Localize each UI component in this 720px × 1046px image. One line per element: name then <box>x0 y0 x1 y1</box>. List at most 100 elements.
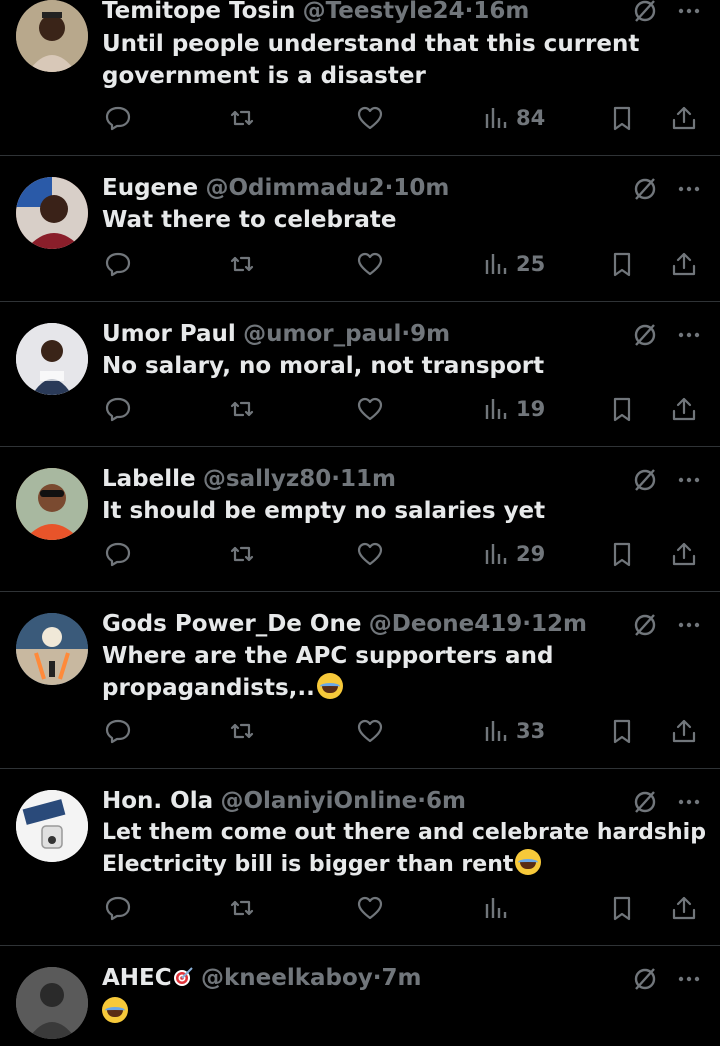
views-count: 29 <box>516 542 546 566</box>
share-icon[interactable] <box>670 101 698 135</box>
more-icon[interactable] <box>676 612 702 638</box>
grok-icon[interactable] <box>632 176 658 202</box>
grok-icon[interactable] <box>632 789 658 815</box>
display-name[interactable]: Temitope Tosin <box>102 0 295 24</box>
retweet-icon[interactable] <box>228 714 256 748</box>
more-icon[interactable] <box>676 0 702 24</box>
bookmark-icon[interactable] <box>608 101 636 135</box>
more-icon[interactable] <box>676 322 702 348</box>
tweet-header: Temitope Tosin @Teestyle24·16m <box>102 0 620 26</box>
views-count: 25 <box>516 252 546 276</box>
share-icon[interactable] <box>670 714 698 748</box>
user-handle[interactable]: @OlaniyiOnline <box>220 788 417 814</box>
more-icon[interactable] <box>676 467 702 493</box>
tweet[interactable]: AHEC @kneelkaboy·7m <box>0 946 720 1046</box>
display-name[interactable]: AHEC <box>102 965 172 991</box>
bookmark-icon[interactable] <box>608 537 636 571</box>
avatar[interactable] <box>16 967 88 1039</box>
user-handle[interactable]: @kneelkaboy <box>201 965 373 991</box>
display-name[interactable]: Gods Power_De One <box>102 611 361 637</box>
heart-icon[interactable] <box>356 891 384 925</box>
avatar[interactable] <box>16 177 88 249</box>
retweet-icon[interactable] <box>228 537 256 571</box>
reply-icon[interactable] <box>104 714 132 748</box>
user-handle[interactable]: @sallyz80 <box>203 466 331 492</box>
avatar[interactable] <box>16 613 88 685</box>
bookmark-icon[interactable] <box>608 247 636 281</box>
share-icon[interactable] <box>670 392 698 426</box>
views-icon <box>485 721 507 741</box>
more-icon[interactable] <box>676 789 702 815</box>
views-button[interactable]: 29 <box>482 537 545 571</box>
user-handle[interactable]: @Teestyle24 <box>303 0 465 24</box>
timestamp[interactable]: 10m <box>393 175 449 201</box>
heart-icon[interactable] <box>356 101 384 135</box>
separator: · <box>331 466 341 492</box>
views-button[interactable] <box>482 891 516 925</box>
grok-icon[interactable] <box>632 612 658 638</box>
display-name[interactable]: Labelle <box>102 466 196 492</box>
retweet-icon[interactable] <box>228 247 256 281</box>
bookmark-icon[interactable] <box>608 392 636 426</box>
more-icon[interactable] <box>676 176 702 202</box>
user-handle[interactable]: @Odimmadu2 <box>205 175 384 201</box>
grok-icon[interactable] <box>632 0 658 24</box>
views-button[interactable]: 33 <box>482 714 545 748</box>
tweet[interactable]: Umor Paul @umor_paul·9m No salary, no mo… <box>0 302 720 447</box>
timestamp[interactable]: 11m <box>340 466 396 492</box>
grok-icon[interactable] <box>632 322 658 348</box>
bookmark-icon[interactable] <box>608 891 636 925</box>
tweet[interactable]: Hon. Ola @OlaniyiOnline·6m Let them come… <box>0 769 720 946</box>
reply-icon[interactable] <box>104 537 132 571</box>
avatar[interactable] <box>16 323 88 395</box>
separator: · <box>522 611 531 637</box>
share-icon[interactable] <box>670 891 698 925</box>
reply-icon[interactable] <box>104 101 132 135</box>
timestamp[interactable]: 12m <box>531 611 587 637</box>
avatar[interactable] <box>16 0 88 72</box>
reply-icon[interactable] <box>104 247 132 281</box>
retweet-icon[interactable] <box>228 101 256 135</box>
display-name[interactable]: Eugene <box>102 175 198 201</box>
views-count: 19 <box>516 397 546 421</box>
views-button[interactable]: 19 <box>482 392 545 426</box>
separator: · <box>401 321 411 347</box>
timestamp[interactable]: 6m <box>426 788 466 814</box>
tweet-text: Until people understand that this curren… <box>102 31 640 89</box>
user-handle[interactable]: @Deone419 <box>369 611 522 637</box>
display-name[interactable]: Umor Paul <box>102 321 236 347</box>
tweet-header: AHEC @kneelkaboy·7m <box>102 963 620 993</box>
tweet[interactable]: Gods Power_De One @Deone419·12m Where ar… <box>0 592 720 769</box>
target-icon <box>173 967 193 986</box>
heart-icon[interactable] <box>356 247 384 281</box>
user-handle[interactable]: @umor_paul <box>243 321 401 347</box>
tweet-text: No salary, no moral, not transport <box>102 353 545 379</box>
avatar[interactable] <box>16 790 88 862</box>
share-icon[interactable] <box>670 247 698 281</box>
tweet-text-content: Let them come out there and celebrate ha… <box>102 820 706 877</box>
retweet-icon[interactable] <box>228 891 256 925</box>
reply-icon[interactable] <box>104 891 132 925</box>
timestamp[interactable]: 9m <box>410 321 450 347</box>
timestamp[interactable]: 16m <box>473 0 529 24</box>
grok-icon[interactable] <box>632 966 658 992</box>
tweet[interactable]: Labelle @sallyz80·11m It should be empty… <box>0 447 720 592</box>
heart-icon[interactable] <box>356 537 384 571</box>
reply-icon[interactable] <box>104 392 132 426</box>
heart-icon[interactable] <box>356 392 384 426</box>
heart-icon[interactable] <box>356 714 384 748</box>
share-icon[interactable] <box>670 537 698 571</box>
retweet-icon[interactable] <box>228 392 256 426</box>
views-button[interactable]: 25 <box>482 247 545 281</box>
timestamp[interactable]: 7m <box>382 965 422 991</box>
bookmark-icon[interactable] <box>608 714 636 748</box>
tweet-text <box>102 996 700 1028</box>
views-button[interactable]: 84 <box>482 101 545 135</box>
tweet-text: It should be empty no salaries yet <box>102 498 546 524</box>
tweet[interactable]: Temitope Tosin @Teestyle24·16m Until peo… <box>0 0 720 156</box>
tweet[interactable]: Eugene @Odimmadu2·10m Wat there to celeb… <box>0 156 720 302</box>
avatar[interactable] <box>16 468 88 540</box>
grok-icon[interactable] <box>632 467 658 493</box>
more-icon[interactable] <box>676 966 702 992</box>
display-name[interactable]: Hon. Ola <box>102 788 213 814</box>
